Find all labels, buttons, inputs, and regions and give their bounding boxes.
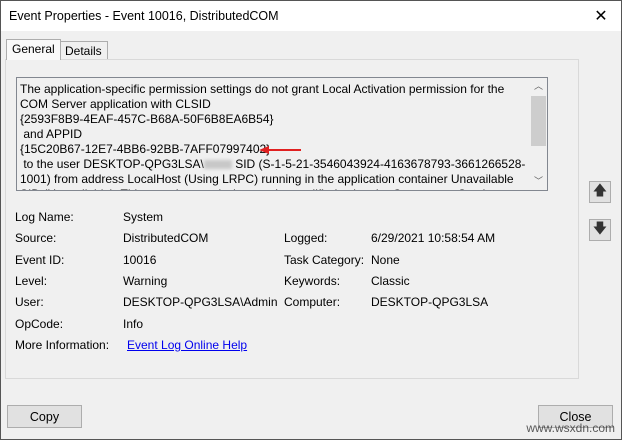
level-value: Warning	[123, 274, 168, 288]
task-category-value: None	[371, 253, 400, 267]
close-icon[interactable]: ✕	[581, 1, 621, 31]
user-value: DESKTOP-QPG3LSA\Admin	[123, 295, 278, 309]
computer-label: Computer:	[284, 295, 341, 309]
more-info-label: More Information:	[15, 338, 110, 352]
level-label: Level:	[15, 274, 48, 288]
scroll-up-icon[interactable]: ︿	[530, 78, 547, 95]
event-log-online-help-link[interactable]: Event Log Online Help	[127, 338, 247, 352]
event-id-value: 10016	[123, 253, 157, 267]
keywords-label: Keywords:	[284, 274, 341, 288]
log-name-label: Log Name:	[15, 210, 74, 224]
previous-event-button[interactable]: 🡅	[589, 181, 611, 203]
scroll-down-icon[interactable]: ﹀	[530, 173, 547, 190]
watermark: www.wsxdn.com	[526, 421, 615, 435]
tab-general[interactable]: General	[6, 39, 61, 60]
opcode-label: OpCode:	[15, 317, 64, 331]
logged-value: 6/29/2021 10:58:54 AM	[371, 231, 496, 245]
source-value: DistributedCOM	[123, 231, 209, 245]
copy-button[interactable]: Copy	[7, 405, 82, 428]
annotation-arrow-icon	[259, 146, 301, 154]
arrow-up-icon: 🡅	[592, 182, 608, 198]
description-scrollbar[interactable]: ︿ ﹀	[530, 78, 547, 190]
task-category-label: Task Category:	[284, 253, 365, 267]
event-id-label: Event ID:	[15, 253, 65, 267]
logged-label: Logged:	[284, 231, 328, 245]
log-name-value: System	[123, 210, 164, 224]
scrollbar-thumb[interactable]	[531, 96, 546, 146]
user-label: User:	[15, 295, 44, 309]
source-label: Source:	[15, 231, 57, 245]
description-textbox[interactable]: The application-specific permission sett…	[16, 77, 548, 191]
window-title: Event Properties - Event 10016, Distribu…	[9, 9, 279, 23]
tab-details[interactable]: Details	[59, 41, 108, 60]
arrow-down-icon: 🡇	[592, 220, 608, 236]
title-bar: Event Properties - Event 10016, Distribu…	[1, 1, 621, 31]
next-event-button[interactable]: 🡇	[589, 219, 611, 241]
redacted-username	[203, 160, 232, 170]
computer-value: DESKTOP-QPG3LSA	[371, 295, 489, 309]
opcode-value: Info	[123, 317, 144, 331]
keywords-value: Classic	[371, 274, 410, 288]
